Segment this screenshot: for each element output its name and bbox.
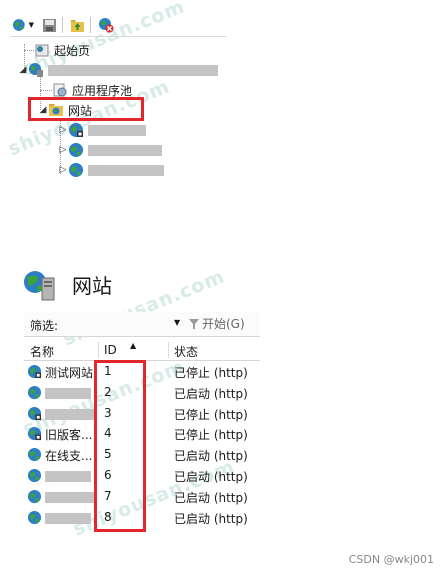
- tree-item-site[interactable]: ▷: [58, 160, 164, 180]
- start-filter-label: 开始(G): [202, 317, 245, 331]
- site-status-cell: 已启动 (http): [174, 511, 248, 526]
- chevron-down-icon: ▼: [28, 21, 34, 29]
- site-stopped-icon: [27, 364, 42, 379]
- toolbar: ▼: [10, 14, 226, 37]
- server-name-redacted: [48, 64, 218, 76]
- tree-item-site[interactable]: ▷: [58, 140, 162, 160]
- folder-up-icon: [70, 19, 84, 32]
- tree-item-server[interactable]: ◢: [18, 60, 218, 80]
- disconnect-button[interactable]: [96, 16, 116, 34]
- table-header: 名称 ID ▲ 状态: [24, 340, 260, 361]
- highlight-box-sites: [28, 97, 144, 121]
- sites-panel-icon: [22, 268, 58, 305]
- disconnect-globe-icon: [99, 18, 114, 33]
- tree-item-site[interactable]: ▷: [58, 120, 146, 140]
- expand-arrow-icon[interactable]: ▷: [58, 145, 68, 155]
- highlight-box-id-column: [94, 360, 146, 532]
- collapse-arrow-icon[interactable]: ◢: [18, 65, 28, 75]
- site-name-redacted: [88, 124, 146, 136]
- site-name-cell: [45, 491, 97, 503]
- site-started-icon: [27, 448, 42, 462]
- site-status-cell: 已启动 (http): [174, 470, 248, 484]
- tree-item-label: 应用程序池: [72, 83, 133, 98]
- footer-credit: CSDN @wkj001: [348, 553, 434, 566]
- expand-arrow-icon[interactable]: ▷: [58, 125, 68, 135]
- up-folder-button[interactable]: [68, 16, 86, 34]
- sites-globe-server-icon: [24, 271, 55, 301]
- filter-bar: 筛选: ▼ 开始(G): [24, 312, 260, 337]
- tree-item-label: 起始页: [54, 43, 91, 58]
- expand-arrow-icon[interactable]: ▷: [58, 165, 68, 175]
- site-started-icon: [27, 468, 42, 483]
- site-started-icon: [27, 385, 42, 399]
- site-name-cell: [45, 471, 91, 482]
- app-pool-icon: [53, 83, 67, 97]
- site-status-cell: 已启动 (http): [174, 449, 248, 464]
- site-status-cell: 已启动 (http): [174, 490, 248, 505]
- site-stopped-icon: [27, 406, 42, 420]
- save-button[interactable]: [40, 16, 58, 34]
- connect-globe-button[interactable]: ▼: [12, 16, 34, 34]
- column-header-id[interactable]: ID: [104, 343, 117, 357]
- filter-input[interactable]: [64, 315, 168, 333]
- site-status-cell: 已停止 (http): [174, 407, 248, 422]
- start-filter-button[interactable]: 开始(G): [188, 315, 245, 332]
- filter-dropdown-arrow-icon[interactable]: ▼: [174, 318, 180, 327]
- server-icon: [29, 63, 43, 77]
- column-header-name[interactable]: 名称: [30, 343, 54, 360]
- site-name-redacted: [88, 144, 162, 156]
- site-started-icon: [27, 489, 42, 503]
- site-started-icon: [27, 510, 42, 524]
- site-name-cell: 旧版客...: [45, 428, 93, 443]
- tree-item-start-page[interactable]: 起始页: [34, 40, 90, 60]
- globe-icon: [12, 19, 25, 31]
- site-name-cell: [45, 387, 91, 399]
- filter-label: 筛选:: [30, 319, 59, 333]
- site-globe-icon: [69, 143, 83, 157]
- start-page-icon: [35, 44, 49, 57]
- save-icon: [42, 18, 56, 32]
- site-status-cell: 已停止 (http): [174, 428, 248, 443]
- site-status-cell: 已启动 (http): [174, 386, 248, 401]
- sort-ascending-icon: ▲: [130, 341, 137, 350]
- site-name-redacted: [88, 164, 164, 176]
- site-name-cell: [45, 512, 91, 524]
- site-globe-icon: [69, 163, 83, 177]
- site-name-cell: 在线支...: [45, 449, 93, 464]
- site-name-cell: 测试网站: [45, 366, 94, 380]
- column-header-status[interactable]: 状态: [174, 343, 198, 360]
- site-stopped-icon: [27, 427, 42, 441]
- site-stopped-icon: [69, 123, 83, 137]
- page-title: 网站: [72, 276, 112, 298]
- site-name-cell: [45, 408, 97, 420]
- site-status-cell: 已停止 (http): [174, 366, 248, 380]
- funnel-icon: [189, 318, 199, 329]
